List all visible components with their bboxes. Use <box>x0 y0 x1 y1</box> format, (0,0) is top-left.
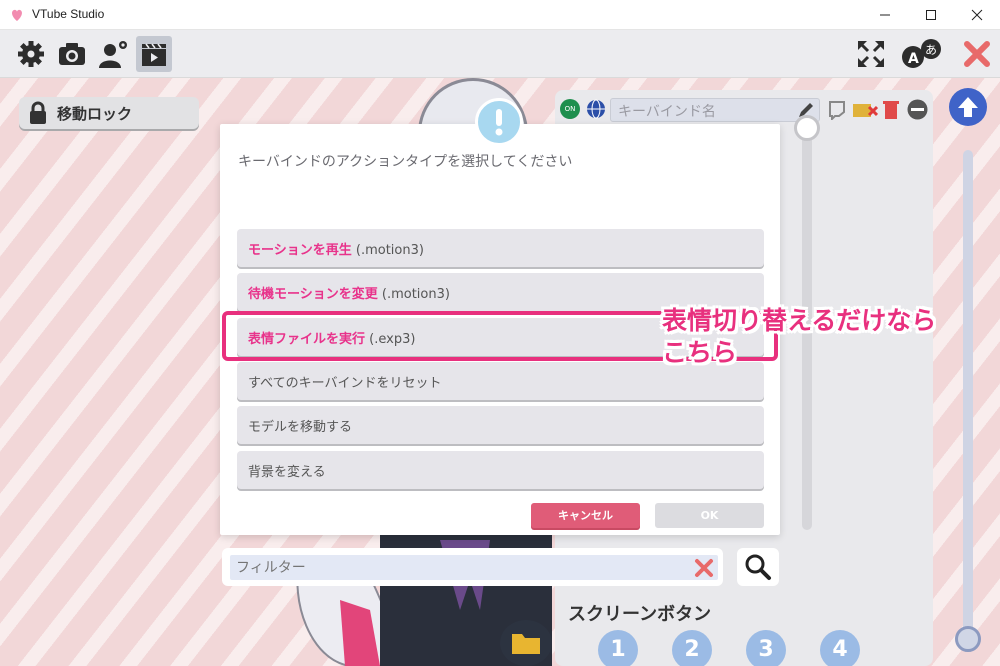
language-icon[interactable]: A あ <box>898 36 946 72</box>
dialog-title: キーバインドのアクションタイプを選択してください <box>238 154 573 170</box>
arrow-up-icon <box>958 97 978 117</box>
screen-button-3[interactable]: 3 <box>746 630 786 666</box>
screen-buttons-title: スクリーンボタン <box>568 604 712 625</box>
info-icon <box>475 98 523 146</box>
model-settings-icon[interactable] <box>95 36 131 72</box>
clear-filter-icon[interactable] <box>692 556 716 580</box>
cancel-button[interactable]: キャンセル <box>531 503 640 528</box>
close-app-icon[interactable] <box>959 36 995 72</box>
folder-remove-icon[interactable] <box>852 101 878 119</box>
annotation-text: 表情切り替えるだけなら こちら <box>662 305 936 369</box>
globe-icon[interactable] <box>586 99 606 119</box>
filter-input[interactable] <box>230 555 718 580</box>
main-slider-knob[interactable] <box>955 626 981 652</box>
gear-icon[interactable] <box>13 36 49 72</box>
screen-button-2[interactable]: 2 <box>672 630 712 666</box>
option-suffix: (.motion3) <box>351 243 424 258</box>
top-toolbar: A あ <box>0 30 1000 78</box>
scroll-up-button[interactable] <box>949 88 987 126</box>
option-play-motion[interactable]: モーションを再生 (.motion3) <box>237 229 764 267</box>
move-lock-button[interactable]: 移動ロック <box>19 97 199 129</box>
screen-button-4[interactable]: 4 <box>820 630 860 666</box>
app-logo-icon <box>12 9 22 21</box>
svg-text:あ: あ <box>925 43 937 57</box>
move-lock-label: 移動ロック <box>57 105 133 123</box>
folder-button[interactable] <box>500 620 552 666</box>
window-title: VTube Studio <box>32 7 105 21</box>
option-suffix: (.motion3) <box>377 287 450 302</box>
title-bar: VTube Studio <box>0 0 1000 30</box>
keybind-name-placeholder: キーバインド名 <box>618 104 716 120</box>
option-label: モデルを移動する <box>248 420 353 435</box>
option-change-background[interactable]: 背景を変える <box>237 451 764 489</box>
search-icon <box>745 554 771 580</box>
svg-text:A: A <box>908 51 919 67</box>
window-close-icon[interactable] <box>954 0 1000 30</box>
lock-icon <box>30 101 46 124</box>
panel-scroll-knob[interactable] <box>794 115 820 141</box>
twitch-icon[interactable] <box>828 100 846 120</box>
fullscreen-icon[interactable] <box>853 36 889 72</box>
minimize-icon[interactable] <box>862 0 908 30</box>
option-label: 背景を変える <box>248 465 326 480</box>
animation-button[interactable] <box>136 36 172 72</box>
camera-icon[interactable] <box>54 36 90 72</box>
maximize-icon[interactable] <box>908 0 954 30</box>
exclamation-icon <box>495 109 503 136</box>
annotation-line-1: 表情切り替えるだけなら <box>662 306 937 335</box>
minus-circle-icon[interactable] <box>907 99 928 120</box>
option-label: 待機モーションを変更 <box>248 287 378 302</box>
annotation-line-2: こちら <box>662 338 738 367</box>
folder-icon <box>512 634 540 654</box>
clapperboard-icon <box>142 43 166 66</box>
main-vertical-slider[interactable] <box>963 150 973 645</box>
screen-button-1[interactable]: 1 <box>598 630 638 666</box>
option-label: すべてのキーバインドをリセット <box>248 376 442 391</box>
on-badge[interactable]: ON <box>560 99 580 119</box>
option-move-model[interactable]: モデルを移動する <box>237 406 764 444</box>
ok-button[interactable]: OK <box>655 503 764 528</box>
option-label: モーションを再生 <box>248 243 352 258</box>
search-button[interactable] <box>737 548 779 586</box>
trash-icon[interactable] <box>882 99 900 120</box>
